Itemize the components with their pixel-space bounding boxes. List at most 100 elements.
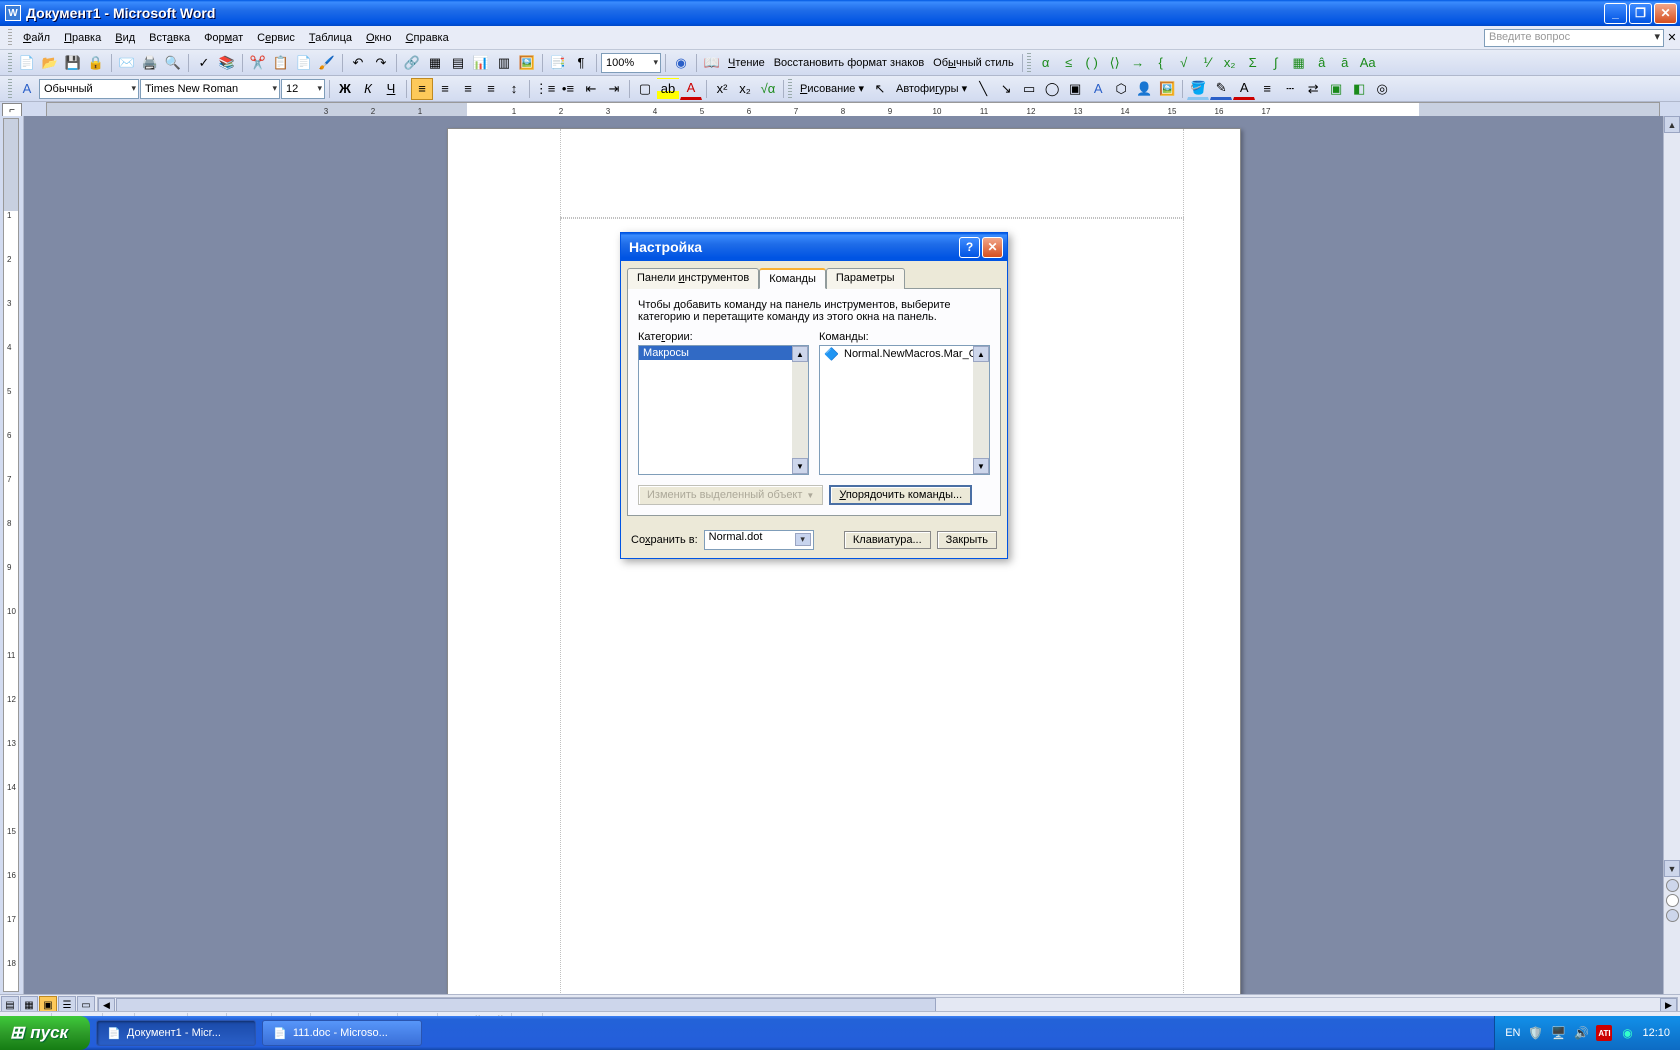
italic-button[interactable]: К bbox=[357, 78, 379, 100]
cut-button[interactable]: ✂️ bbox=[247, 52, 269, 74]
formula-angles-button[interactable]: ⟨⟩ bbox=[1104, 52, 1126, 74]
formula-frac-button[interactable]: ⅟ bbox=[1196, 52, 1218, 74]
menu-window[interactable]: Окно bbox=[359, 29, 399, 47]
tray-network-icon[interactable]: 🖥️ bbox=[1550, 1025, 1566, 1041]
line-shape-button[interactable]: ╲ bbox=[972, 78, 994, 100]
line-style-button[interactable]: ≡ bbox=[1256, 78, 1278, 100]
save-button[interactable]: 💾 bbox=[62, 52, 84, 74]
bullets-button[interactable]: •≡ bbox=[557, 78, 579, 100]
mail-button[interactable]: ✉️ bbox=[116, 52, 138, 74]
tab-toolbars[interactable]: Панели инструментов bbox=[627, 268, 759, 289]
tray-volume-icon[interactable]: 🔊 bbox=[1573, 1025, 1589, 1041]
tab-options[interactable]: Параметры bbox=[826, 268, 905, 289]
rearrange-commands-button[interactable]: Упорядочить команды... bbox=[829, 485, 972, 505]
commands-scroll-up[interactable]: ▲ bbox=[973, 346, 989, 362]
formula-int-button[interactable]: ∫ bbox=[1265, 52, 1287, 74]
help-question-input[interactable]: Введите вопрос bbox=[1484, 29, 1664, 47]
textbox-button[interactable]: ▣ bbox=[1064, 78, 1086, 100]
tray-app-icon[interactable]: ◉ bbox=[1619, 1025, 1635, 1041]
rectangle-shape-button[interactable]: ▭ bbox=[1018, 78, 1040, 100]
line-color-button[interactable]: ✎ bbox=[1210, 78, 1232, 100]
menu-file[interactable]: Файл bbox=[16, 29, 57, 47]
taskbar-item-1[interactable]: 📄 Документ1 - Micr... bbox=[96, 1020, 256, 1046]
close-button[interactable]: ✕ bbox=[1654, 3, 1677, 24]
print-button[interactable]: 🖨️ bbox=[139, 52, 161, 74]
show-marks-button[interactable]: ¶ bbox=[570, 52, 592, 74]
scroll-up-button[interactable]: ▲ bbox=[1664, 116, 1680, 133]
tables-borders-button[interactable]: ▦ bbox=[424, 52, 446, 74]
font-color-button[interactable]: A bbox=[680, 78, 702, 100]
spellcheck-button[interactable]: ✓ bbox=[193, 52, 215, 74]
arrow-shape-button[interactable]: ↘ bbox=[995, 78, 1017, 100]
categories-listbox[interactable]: Макросы ▲ ▼ bbox=[638, 345, 809, 475]
select-objects-button[interactable]: ↖ bbox=[869, 78, 891, 100]
oval-shape-button[interactable]: ◯ bbox=[1041, 78, 1063, 100]
formula-style-button[interactable]: Aa bbox=[1357, 52, 1379, 74]
formula-alpha-button[interactable]: α bbox=[1035, 52, 1057, 74]
insert-object-button[interactable]: ◎ bbox=[1371, 78, 1393, 100]
tray-clock[interactable]: 12:10 bbox=[1642, 1027, 1670, 1039]
tray-ati-icon[interactable]: ATI bbox=[1596, 1025, 1612, 1041]
align-center-button[interactable]: ≡ bbox=[434, 78, 456, 100]
taskbar-item-2[interactable]: 📄 111.doc - Microso... bbox=[262, 1020, 422, 1046]
decrease-indent-button[interactable]: ⇤ bbox=[580, 78, 602, 100]
insert-table-button[interactable]: ▤ bbox=[447, 52, 469, 74]
command-item-macro[interactable]: Normal.NewMacros.Mar_O bbox=[820, 346, 989, 362]
menu-help[interactable]: Справка bbox=[399, 29, 456, 47]
formula-matrix-button[interactable]: ▦ bbox=[1288, 52, 1310, 74]
open-button[interactable]: 📂 bbox=[39, 52, 61, 74]
toolbar1-grip[interactable] bbox=[8, 53, 12, 73]
minimize-button[interactable]: _ bbox=[1604, 3, 1627, 24]
align-left-button[interactable]: ≡ bbox=[411, 78, 433, 100]
toolbar2-grip[interactable] bbox=[8, 79, 12, 99]
copy-button[interactable]: 📋 bbox=[270, 52, 292, 74]
toolbar1b-grip[interactable] bbox=[1027, 53, 1031, 73]
formula-sqrt-button[interactable]: √ bbox=[1173, 52, 1195, 74]
normal-style-button[interactable]: Обычный стиль bbox=[929, 57, 1018, 69]
menu-edit[interactable]: Правка bbox=[57, 29, 108, 47]
formula-sub-button[interactable]: x₂ bbox=[1219, 52, 1241, 74]
doc-map-button[interactable]: 📑 bbox=[547, 52, 569, 74]
tab-commands[interactable]: Команды bbox=[759, 268, 826, 289]
formula-insert-button[interactable]: √α bbox=[757, 78, 779, 100]
scroll-down-button[interactable]: ▼ bbox=[1664, 860, 1680, 877]
paste-button[interactable]: 📄 bbox=[293, 52, 315, 74]
category-item-macros[interactable]: Макросы bbox=[639, 346, 808, 360]
menu-format[interactable]: Формат bbox=[197, 29, 250, 47]
menu-tools[interactable]: Сервис bbox=[250, 29, 302, 47]
underline-button[interactable]: Ч bbox=[380, 78, 402, 100]
formula-hat-button[interactable]: â bbox=[1311, 52, 1333, 74]
vertical-ruler[interactable]: 12345678910111213141516171819 bbox=[3, 118, 19, 992]
style-combobox[interactable]: Обычный bbox=[39, 79, 139, 99]
dialog-help-button[interactable]: ? bbox=[959, 237, 980, 258]
line-spacing-button[interactable]: ↕ bbox=[503, 78, 525, 100]
categories-scroll-up[interactable]: ▲ bbox=[792, 346, 808, 362]
increase-indent-button[interactable]: ⇥ bbox=[603, 78, 625, 100]
menu-view[interactable]: Вид bbox=[108, 29, 142, 47]
dialog-close-button[interactable]: ✕ bbox=[982, 237, 1003, 258]
permissions-button[interactable]: 🔒 bbox=[85, 52, 107, 74]
browse-prev-button[interactable] bbox=[1666, 879, 1679, 892]
styles-pane-button[interactable]: A bbox=[16, 78, 38, 100]
vertical-scrollbar[interactable]: ▲ ▼ bbox=[1663, 116, 1680, 994]
font-color-draw-button[interactable]: A bbox=[1233, 78, 1255, 100]
wordart-button[interactable]: A bbox=[1087, 78, 1109, 100]
bold-button[interactable]: Ж bbox=[334, 78, 356, 100]
new-doc-button[interactable]: 📄 bbox=[16, 52, 38, 74]
categories-scroll-down[interactable]: ▼ bbox=[792, 458, 808, 474]
formula-sum-button[interactable]: Σ bbox=[1242, 52, 1264, 74]
numbering-button[interactable]: ⋮≡ bbox=[534, 78, 556, 100]
drawing-toolbar-grip[interactable] bbox=[788, 79, 792, 99]
diagram-button[interactable]: ⬡ bbox=[1110, 78, 1132, 100]
arrow-style-button[interactable]: ⇄ bbox=[1302, 78, 1324, 100]
browse-object-button[interactable] bbox=[1666, 894, 1679, 907]
close-help-icon[interactable]: ✕ bbox=[1664, 31, 1680, 44]
insert-picture-button[interactable]: 🖼️ bbox=[1156, 78, 1178, 100]
shadow-button[interactable]: ▣ bbox=[1325, 78, 1347, 100]
commands-scroll-down[interactable]: ▼ bbox=[973, 458, 989, 474]
keyboard-button[interactable]: Клавиатура... bbox=[844, 531, 931, 549]
subscript-button[interactable]: x₂ bbox=[734, 78, 756, 100]
tray-lang[interactable]: EN bbox=[1505, 1027, 1520, 1039]
columns-button[interactable]: ▥ bbox=[493, 52, 515, 74]
redo-button[interactable]: ↷ bbox=[370, 52, 392, 74]
